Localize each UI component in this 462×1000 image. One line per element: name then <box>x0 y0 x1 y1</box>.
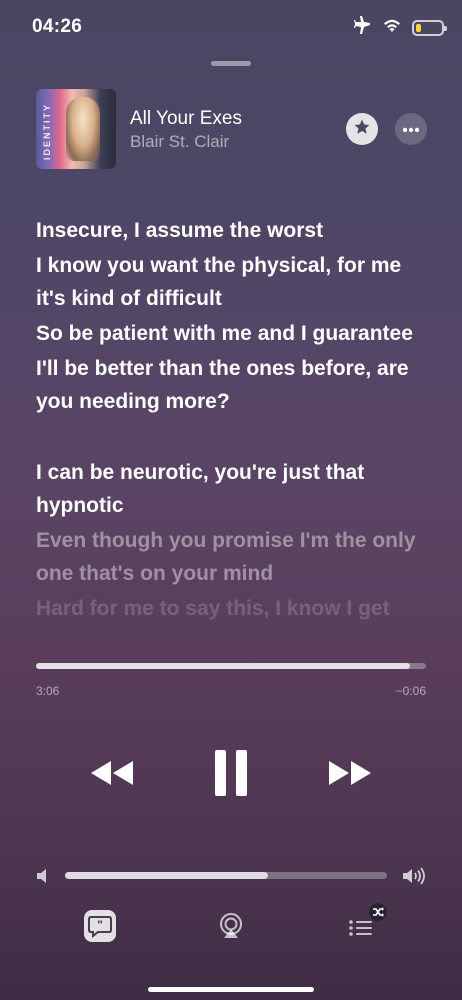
speaker-high-icon <box>402 867 426 890</box>
airplay-icon <box>217 912 245 945</box>
lyric-line[interactable]: I'll be better than the ones before, are… <box>36 352 436 418</box>
track-artist[interactable]: Blair St. Clair <box>130 132 229 152</box>
track-title[interactable]: All Your Exes <box>130 108 242 130</box>
status-bar: 04:26 <box>0 0 462 54</box>
artwork-portrait <box>66 97 100 161</box>
next-button[interactable] <box>320 745 380 805</box>
battery-level <box>416 23 421 32</box>
svg-text:": " <box>97 918 103 932</box>
ellipsis-icon <box>402 120 420 138</box>
rewind-icon <box>89 759 135 792</box>
scrubber-progress <box>36 663 411 669</box>
lyric-line[interactable]: I know you want the physical, for me it'… <box>36 249 436 315</box>
now-playing-header: IDENTITY All Your Exes Blair St. Clair <box>36 89 428 171</box>
home-indicator[interactable] <box>148 987 314 992</box>
volume-slider[interactable] <box>65 872 387 879</box>
lyric-line[interactable]: So be patient with me and I guarantee <box>36 317 436 350</box>
status-icons <box>352 16 447 39</box>
status-time: 04:26 <box>32 16 83 37</box>
previous-button[interactable] <box>82 745 142 805</box>
airplay-button[interactable] <box>211 908 251 948</box>
lyric-line[interactable]: Insecure, I assume the worst <box>36 214 436 247</box>
star-icon <box>353 118 371 141</box>
airplane-icon <box>352 16 372 39</box>
speaker-low-icon <box>36 868 50 889</box>
album-artwork[interactable]: IDENTITY <box>36 89 116 169</box>
volume-control <box>36 866 426 886</box>
pause-icon <box>214 749 248 802</box>
bottom-toolbar: " <box>0 903 462 952</box>
pause-button[interactable] <box>201 745 261 805</box>
queue-button[interactable] <box>342 903 387 948</box>
lyric-line[interactable]: I can be neurotic, you're just that hypn… <box>36 456 436 522</box>
more-options-button[interactable] <box>395 113 427 145</box>
battery-icon <box>412 19 447 36</box>
sheet-grabber[interactable] <box>211 61 251 66</box>
lyric-line[interactable]: Even though you promise I'm the only one… <box>36 524 436 590</box>
favorite-button[interactable] <box>346 113 378 145</box>
transport-controls <box>0 745 462 805</box>
lyrics-icon: " <box>83 909 117 948</box>
shuffle-icon <box>368 902 388 927</box>
lyrics-button[interactable]: " <box>80 908 120 948</box>
elapsed-time: 3:06 <box>36 684 60 698</box>
playback-scrubber[interactable] <box>36 663 426 669</box>
artwork-text: IDENTITY <box>42 103 52 161</box>
lyrics-view[interactable]: Insecure, I assume the worst I know you … <box>36 214 436 654</box>
remaining-time: −0:06 <box>395 684 426 698</box>
fast-forward-icon <box>327 759 373 792</box>
lyric-line[interactable]: Hard for me to say this, I know I get <box>36 592 436 625</box>
volume-level <box>65 872 268 879</box>
wifi-icon <box>382 17 402 38</box>
